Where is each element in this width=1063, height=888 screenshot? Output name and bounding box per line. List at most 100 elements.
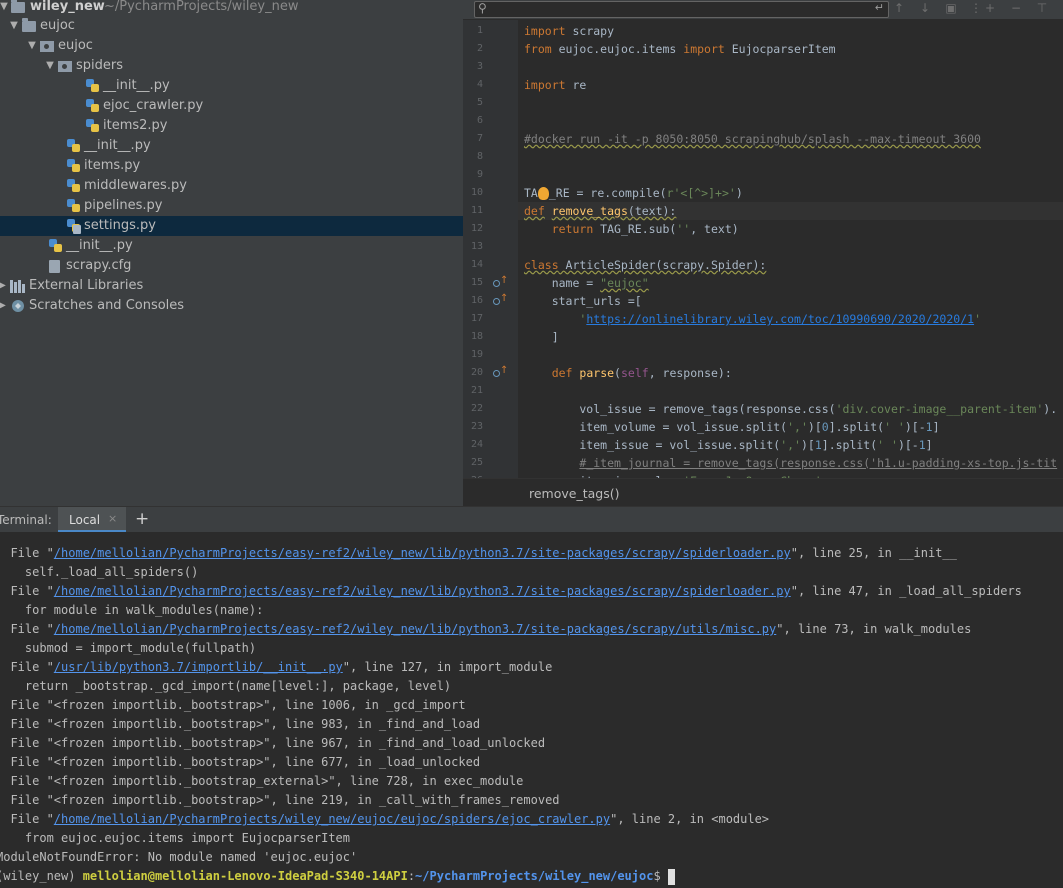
override-gutter-icon[interactable]: ↑ [493, 364, 508, 382]
filter-icon[interactable]: ⊤ [1034, 1, 1050, 15]
override-gutter-icon[interactable]: ↑ [493, 274, 508, 292]
line-number: 10 [470, 187, 483, 198]
tree-item[interactable]: items2.py [0, 116, 463, 136]
breadcrumb[interactable]: remove_tags() [463, 478, 1063, 506]
tree-item[interactable]: settings.py [0, 216, 463, 236]
tree-item-label: items2.py [103, 118, 168, 133]
arrow-up-icon[interactable]: ↑ [891, 1, 907, 15]
file-path-link[interactable]: /home/mellolian/PycharmProjects/easy-ref… [54, 584, 791, 598]
tree-item[interactable]: ▼ eujoc [0, 36, 463, 56]
tab-local[interactable]: Local × [58, 507, 126, 533]
tree-item[interactable]: ▼ spiders [0, 56, 463, 76]
tree-item[interactable]: __init__.py [0, 76, 463, 96]
start-url-link[interactable]: https://onlinelibrary.wiley.com/toc/1099… [586, 312, 974, 326]
file-path-link[interactable]: /home/mellolian/PycharmProjects/wiley_ne… [54, 812, 610, 826]
package-icon [58, 61, 72, 72]
close-icon[interactable]: × [108, 512, 117, 525]
add-occurrence-icon[interactable]: + [982, 1, 998, 15]
ide-window: ▼ wiley_new ~/PycharmProjects/wiley_new … [0, 0, 1063, 888]
scratches-label: Scratches and Consoles [29, 298, 185, 313]
regex-literal: r'<[^>]+>' [666, 186, 736, 200]
chevron-down-icon[interactable]: ▼ [44, 56, 56, 76]
project-name: wiley_new [30, 0, 105, 14]
tree-item[interactable]: middlewares.py [0, 176, 463, 196]
external-libraries[interactable]: ▶ External Libraries [0, 276, 463, 296]
terminal-line: from eujoc.eujoc.items import Eujocparse… [0, 831, 351, 845]
tree-item-label: spiders [76, 58, 124, 73]
prompt-path: ~/PycharmProjects/wiley_new/eujoc [415, 869, 654, 883]
arrow-down-icon[interactable]: ↓ [917, 1, 933, 15]
line-number: 12 [470, 223, 483, 234]
folder-icon [11, 0, 25, 13]
regex-icon[interactable]: ↵ [875, 1, 884, 14]
chevron-down-icon[interactable]: ▼ [26, 36, 38, 56]
chevron-down-icon[interactable]: ▼ [8, 16, 20, 36]
project-root[interactable]: ▼ wiley_new ~/PycharmProjects/wiley_new [0, 0, 463, 17]
code-line: start_urls =[ [524, 294, 642, 308]
override-gutter-icon[interactable]: ↑ [493, 292, 508, 310]
scratches-icon [12, 300, 24, 312]
name-literal: "eujoc" [600, 276, 649, 290]
python-file-icon [67, 179, 81, 193]
terminal-line: submod = import_module(fullpath) [0, 641, 257, 655]
scratches-and-consoles[interactable]: ▶ Scratches and Consoles [0, 296, 463, 316]
tab-local-label: Local [69, 513, 101, 527]
prompt-separator: : [407, 869, 416, 883]
tree-item[interactable]: items.py [0, 156, 463, 176]
terminal-title: Terminal: [0, 513, 52, 527]
tree-item-label: __init__.py [84, 138, 151, 153]
select-all-icon[interactable]: ▣ [943, 1, 959, 15]
file-path-link[interactable]: /home/mellolian/PycharmProjects/easy-ref… [54, 546, 791, 560]
line-number: 17 [470, 313, 483, 324]
file-path-link[interactable]: /usr/lib/python3.7/importlib/__init__.py [54, 660, 343, 674]
tree-item[interactable]: ▼ eujoc [0, 16, 463, 36]
terminal-prompt[interactable]: (wiley_new) mellolian@mellolian-Lenovo-I… [0, 867, 675, 886]
tree-item[interactable]: __init__.py [0, 136, 463, 156]
terminal-line: File "/home/mellolian/PycharmProjects/ea… [0, 546, 957, 560]
tree-item-label: __init__.py [103, 78, 170, 93]
terminal-line: File "<frozen importlib._bootstrap>", li… [0, 793, 560, 807]
line-number: 25 [470, 457, 483, 468]
tree-item-label: items.py [84, 158, 141, 173]
file-path-link[interactable]: /home/mellolian/PycharmProjects/easy-ref… [54, 622, 776, 636]
line-number: 21 [470, 385, 483, 396]
project-tree[interactable]: ▼ wiley_new ~/PycharmProjects/wiley_new … [0, 0, 463, 506]
terminal-line: return _bootstrap._gcd_import(name[level… [0, 679, 452, 693]
add-terminal-button[interactable]: + [135, 509, 149, 529]
tree-item[interactable]: pipelines.py [0, 196, 463, 216]
line-number: 11 [470, 205, 483, 216]
code-line: import re [524, 78, 587, 92]
line-number: 1 [476, 25, 483, 36]
code-line: import scrapy [524, 24, 615, 38]
python-file-icon [67, 159, 81, 173]
breadcrumb-function[interactable]: remove_tags() [529, 486, 619, 501]
code-line: item_volume = vol_issue.split(',')[0].sp… [524, 420, 940, 434]
lightbulb-icon[interactable] [537, 187, 549, 200]
line-number: 5 [476, 97, 483, 108]
code-line: 'https://onlinelibrary.wiley.com/toc/109… [579, 312, 981, 326]
chevron-right-icon[interactable]: ▶ [0, 276, 8, 296]
code-editor[interactable]: 1 2 3 4 5 6 7 8 9 10 11 12 13 14 15 16 17 18 19 20 21 22 23 24 2… [463, 20, 1063, 478]
docker-comment: #docker run -it -p 8050:8050 scrapinghub… [524, 132, 981, 146]
code-line: item_issue = vol_issue.split(',')[1].spl… [524, 438, 933, 452]
line-number: 2 [476, 43, 483, 54]
python-file-icon [86, 119, 100, 133]
tree-item[interactable]: __init__.py [0, 236, 463, 256]
terminal-line: File "/home/mellolian/PycharmProjects/ea… [0, 622, 972, 636]
terminal-output[interactable]: File "/home/mellolian/PycharmProjects/ea… [0, 532, 1063, 888]
terminal-line: for module in walk_modules(name): [0, 603, 264, 617]
line-number: 4 [476, 79, 483, 90]
chevron-right-icon[interactable]: ▶ [0, 296, 8, 316]
tree-item[interactable]: ejoc_crawler.py [0, 96, 463, 116]
code-line: return TAG_RE.sub('', text) [551, 222, 739, 236]
code-line: vol_issue = remove_tags(response.css('di… [524, 402, 1058, 416]
code-line: TA _RE = re.compile(r'<[^>]+>') [524, 186, 743, 200]
search-input[interactable]: ⚲ ↵ [474, 1, 889, 18]
tree-item[interactable]: scrapy.cfg [0, 256, 463, 276]
config-file-icon [49, 260, 60, 273]
python-file-icon [67, 139, 81, 153]
python-file-icon [67, 199, 81, 213]
remove-occurrence-icon[interactable]: − [1008, 1, 1024, 15]
project-path: ~/PycharmProjects/wiley_new [104, 0, 299, 14]
chevron-down-icon[interactable]: ▼ [0, 0, 10, 17]
